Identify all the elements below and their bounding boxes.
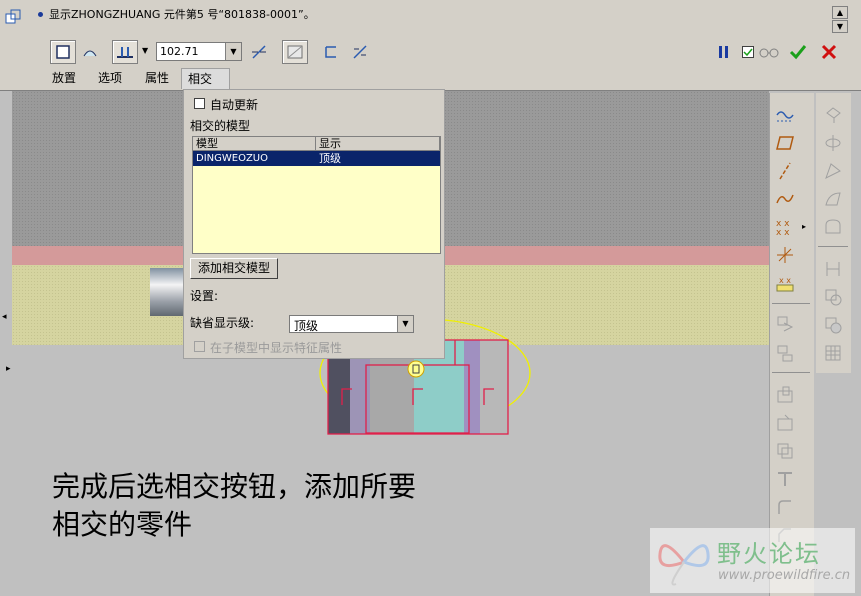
annotation-line-1: 完成后选相交按钮，添加所要 bbox=[52, 470, 417, 503]
toolbar-divider bbox=[772, 372, 810, 373]
blend-icon[interactable] bbox=[822, 188, 844, 210]
table-row[interactable]: DINGWEOZUO 顶级 bbox=[193, 151, 440, 166]
message-prompt: 显示ZHONGZHUANG 元件第5 号“801838-0001”。 bbox=[49, 8, 315, 21]
right-expand-icon[interactable]: ▸ bbox=[6, 364, 11, 374]
butterfly-logo-icon bbox=[654, 532, 714, 593]
component-icon bbox=[4, 8, 22, 26]
prompt-bullet bbox=[38, 12, 43, 17]
tutorial-annotation: 完成后选相交按钮，添加所要 相交的零件 bbox=[52, 468, 416, 544]
preview-checkbox-icon[interactable] bbox=[742, 46, 754, 61]
toolbar-divider bbox=[818, 246, 848, 247]
default-level-value: 顶级 bbox=[294, 319, 319, 333]
svg-text:x x: x x bbox=[776, 228, 790, 237]
chevron-down-icon[interactable]: ▼ bbox=[225, 43, 241, 60]
extrude-icon[interactable] bbox=[822, 104, 844, 126]
row-display-level: 顶级 bbox=[319, 152, 341, 165]
intersected-models-heading: 相交的模型 bbox=[190, 119, 251, 133]
draft-icon[interactable] bbox=[774, 468, 796, 490]
watermark-url: www.proewildfire.cn bbox=[718, 568, 851, 583]
left-collapse-icon[interactable]: ◂ bbox=[2, 312, 7, 322]
datum-curve-icon[interactable] bbox=[774, 188, 796, 210]
auto-update-label: 自动更新 bbox=[210, 98, 259, 112]
analysis-icon[interactable]: x x bbox=[774, 272, 796, 294]
tab-placement[interactable]: 放置 bbox=[46, 68, 82, 88]
shell-icon[interactable] bbox=[774, 412, 796, 434]
intersected-models-table[interactable]: 模型 显示 DINGWEOZUO 顶级 bbox=[192, 136, 441, 254]
annotation-line-2: 相交的零件 bbox=[52, 508, 193, 541]
hole-icon[interactable] bbox=[774, 384, 796, 406]
cancel-icon[interactable] bbox=[820, 43, 838, 64]
datum-plane-display-icon[interactable] bbox=[774, 104, 796, 126]
intersect-icon[interactable] bbox=[822, 314, 844, 336]
auto-update-checkbox[interactable] bbox=[194, 98, 205, 109]
column-header-display[interactable]: 显示 bbox=[316, 137, 440, 151]
surface-icon[interactable] bbox=[77, 40, 103, 64]
offset-icon[interactable] bbox=[822, 286, 844, 308]
depth-value-combo[interactable]: 102.71 ▼ bbox=[156, 42, 242, 61]
depth-option-dropdown[interactable]: ▼ bbox=[142, 46, 148, 55]
solid-icon[interactable] bbox=[50, 40, 76, 64]
settings-label: 设置: bbox=[190, 289, 219, 303]
datum-point-icon[interactable]: x xx x bbox=[774, 216, 796, 238]
thicken-icon[interactable] bbox=[318, 40, 344, 64]
mirror-icon[interactable] bbox=[774, 312, 796, 334]
show-features-label: 在子模型中显示特征属性 bbox=[210, 341, 343, 355]
tab-options[interactable]: 选项 bbox=[92, 68, 128, 88]
flip-depth-icon[interactable] bbox=[246, 40, 272, 64]
pattern-icon[interactable] bbox=[822, 342, 844, 364]
round-icon[interactable] bbox=[774, 496, 796, 518]
flip-thicken-icon[interactable] bbox=[347, 40, 373, 64]
revolve-icon[interactable] bbox=[822, 132, 844, 154]
toolbar-divider bbox=[772, 303, 810, 304]
show-features-checkbox[interactable] bbox=[194, 341, 205, 352]
tab-intersect[interactable]: 相交 bbox=[181, 68, 230, 89]
sweep-icon[interactable] bbox=[822, 160, 844, 182]
merge-icon[interactable] bbox=[774, 342, 796, 364]
tab-properties[interactable]: 属性 bbox=[139, 68, 175, 88]
message-scroll-up[interactable]: ▲ bbox=[832, 6, 848, 19]
message-scroll-down[interactable]: ▼ bbox=[832, 20, 848, 33]
depth-option-icon[interactable] bbox=[112, 40, 138, 64]
coordinate-system-icon[interactable] bbox=[774, 244, 796, 266]
accept-icon[interactable] bbox=[789, 43, 807, 64]
watermark-title: 野火论坛 bbox=[717, 540, 821, 568]
remove-material-icon[interactable] bbox=[282, 40, 308, 64]
glasses-icon[interactable] bbox=[758, 45, 780, 62]
pause-icon[interactable] bbox=[711, 40, 737, 64]
cylinder-part bbox=[150, 268, 184, 316]
svg-text:x x: x x bbox=[779, 276, 791, 285]
default-level-label: 缺省显示级: bbox=[190, 316, 255, 330]
depth-value: 102.71 bbox=[160, 45, 199, 58]
add-intersect-model-button[interactable]: 添加相交模型 bbox=[190, 258, 278, 279]
flyout-arrow-icon[interactable]: ▸ bbox=[802, 222, 806, 231]
row-model-name: DINGWEOZUO bbox=[196, 153, 268, 164]
default-level-select[interactable]: 顶级 ▼ bbox=[289, 315, 414, 333]
variable-sweep-icon[interactable] bbox=[822, 216, 844, 238]
datum-plane-icon[interactable] bbox=[774, 132, 796, 154]
chevron-down-icon[interactable]: ▼ bbox=[397, 316, 413, 332]
rib-icon[interactable] bbox=[774, 440, 796, 462]
datum-axis-icon[interactable] bbox=[774, 160, 796, 182]
trim-icon[interactable] bbox=[822, 258, 844, 280]
column-header-model[interactable]: 模型 bbox=[193, 137, 316, 151]
left-edge bbox=[0, 91, 12, 596]
